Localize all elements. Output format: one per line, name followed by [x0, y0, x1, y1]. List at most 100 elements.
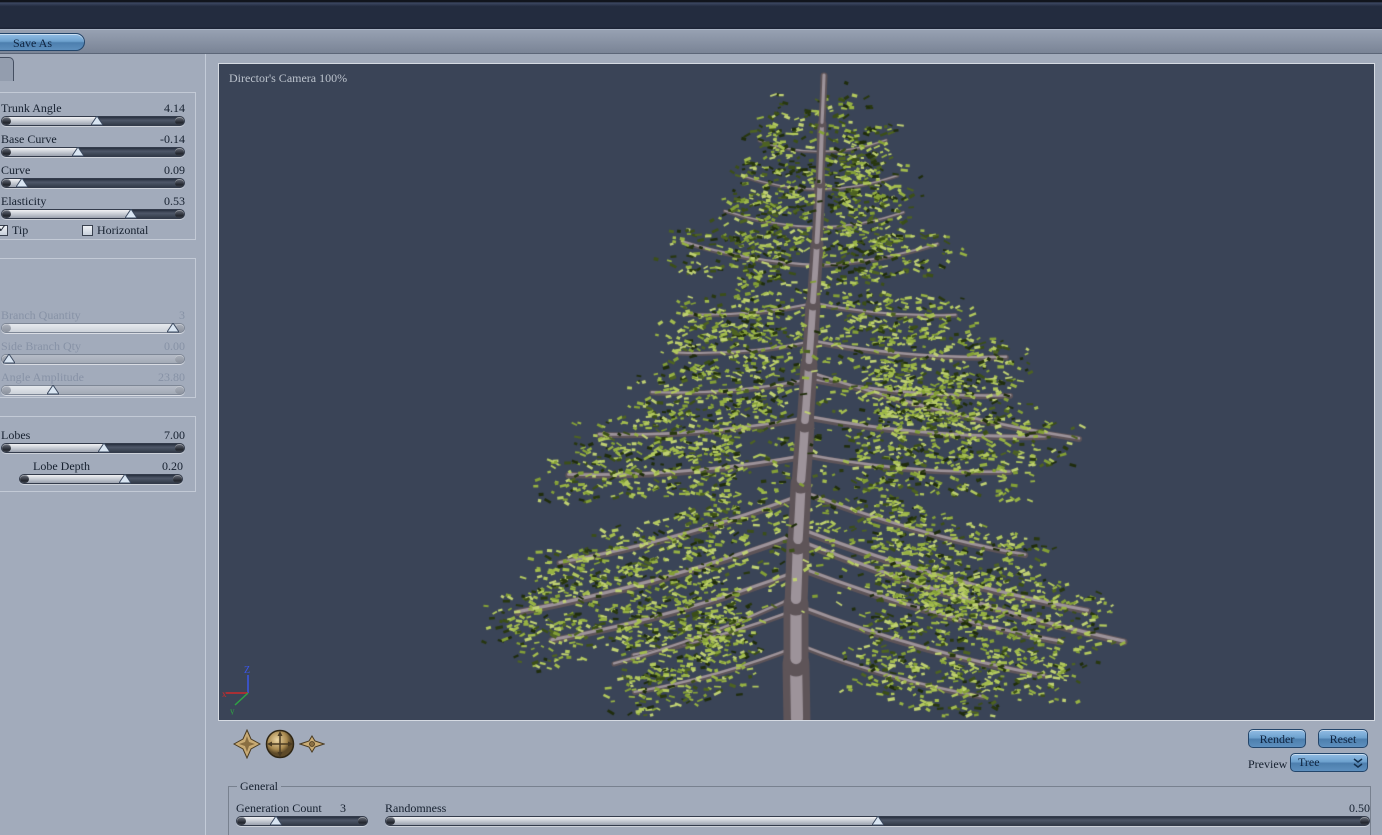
- slider-angle-amplitude: Angle Amplitude 23.80: [1, 371, 185, 395]
- slider-track[interactable]: [1, 353, 185, 364]
- window-title-bar: [0, 0, 1382, 29]
- reset-button[interactable]: Reset: [1318, 729, 1368, 748]
- slider-value: 3: [340, 801, 346, 815]
- slider-handle[interactable]: [118, 473, 133, 488]
- slider-lobes: Lobes 7.00: [1, 429, 185, 453]
- render-button[interactable]: Render: [1248, 729, 1306, 748]
- slider-handle[interactable]: [166, 322, 181, 337]
- slider-cap-left: [2, 210, 11, 218]
- slider-cap-left: [2, 179, 11, 187]
- slider-value: 0.20: [162, 459, 183, 473]
- slider-value: 7.00: [164, 428, 185, 442]
- slider-track[interactable]: [1, 146, 185, 157]
- general-group: General Generation Count 3 Randomness 0.50: [228, 780, 1371, 835]
- slider-handle[interactable]: [124, 208, 139, 223]
- slider-fill: [2, 444, 104, 452]
- slider-randomness: Randomness 0.50: [385, 802, 1370, 826]
- preview-label: Preview: [1248, 757, 1288, 771]
- slider-handle[interactable]: [96, 442, 111, 457]
- camera-name-label: Director's Camera 100%: [229, 71, 348, 85]
- slider-fill: [386, 817, 878, 825]
- slider-label: Randomness: [385, 801, 447, 815]
- slider-cap-left: [2, 148, 11, 156]
- checkbox-tip[interactable]: [0, 223, 8, 236]
- slider-curve: Curve 0.09: [1, 164, 185, 188]
- chevron-double-down-icon: [1353, 758, 1363, 768]
- axis-gizmo-icon: Z x y: [222, 665, 250, 715]
- slider-value: -0.14: [160, 132, 185, 146]
- slider-cap-left: [2, 386, 11, 394]
- slider-value: 4.14: [164, 101, 185, 115]
- tree-render-canvas[interactable]: [219, 64, 1374, 720]
- checkbox-label: Horizontal: [97, 223, 149, 237]
- slider-elasticity: Elasticity 0.53: [1, 195, 185, 219]
- slider-handle[interactable]: [870, 815, 885, 830]
- slider-track[interactable]: [1, 442, 185, 453]
- slider-cap-left: [386, 817, 395, 825]
- slider-track[interactable]: [236, 815, 368, 826]
- slider-generation-count: Generation Count 3: [236, 802, 368, 826]
- slider-handle[interactable]: [2, 353, 17, 368]
- slider-label: Generation Count: [236, 801, 322, 815]
- slider-cap-right: [175, 210, 184, 218]
- slider-fill: [20, 475, 126, 483]
- checkbox-label: Tip: [12, 223, 29, 237]
- slider-fill: [2, 117, 97, 125]
- save-as-button[interactable]: Save As: [0, 33, 85, 51]
- slider-cap-left: [2, 444, 11, 452]
- slider-handle[interactable]: [269, 815, 283, 830]
- slider-label: Branch Quantity: [1, 308, 81, 322]
- axis-x-label: x: [222, 689, 227, 699]
- pan-camera-icon[interactable]: [233, 729, 261, 759]
- toolbar: Save As: [0, 29, 1382, 54]
- trackball-camera-icon[interactable]: [265, 729, 295, 759]
- slider-trunk-angle: Trunk Angle 4.14: [1, 102, 185, 126]
- slider-value: 0.00: [164, 339, 185, 353]
- 3d-viewport[interactable]: Director's Camera 100% Z x y: [218, 63, 1375, 721]
- slider-track[interactable]: [1, 384, 185, 395]
- slider-fill: [2, 148, 79, 156]
- slider-handle[interactable]: [89, 115, 104, 130]
- slider-track[interactable]: [1, 115, 185, 126]
- branch-settings-group: Branch Quantity 3 Side Branch Qty 0.00 Angle…: [0, 258, 196, 398]
- slider-handle[interactable]: [71, 146, 86, 161]
- slider-value: 0.09: [164, 163, 185, 177]
- slider-cap-right: [175, 355, 184, 363]
- slider-value: 0.53: [164, 194, 185, 208]
- camera-tools: [233, 729, 325, 759]
- slider-label: Lobe Depth: [33, 459, 90, 473]
- slider-cap-left: [237, 817, 246, 825]
- slider-track[interactable]: [1, 208, 185, 219]
- slider-track[interactable]: [385, 815, 1370, 826]
- slider-cap-right: [175, 444, 184, 452]
- tree-editor-window: Save As Trunk Angle 4.14 Base Curve -0.14 Cu…: [0, 0, 1382, 835]
- slider-track[interactable]: [1, 322, 185, 333]
- slider-track[interactable]: [1, 177, 185, 188]
- slider-branch-quantity: Branch Quantity 3: [1, 309, 185, 333]
- slider-label: Lobes: [1, 428, 31, 442]
- slider-cap-left: [2, 117, 11, 125]
- slider-cap-right: [1360, 817, 1369, 825]
- preview-dropdown-value: Tree: [1298, 755, 1320, 769]
- checkbox-horizontal[interactable]: [82, 224, 93, 236]
- slider-cap-right: [175, 179, 184, 187]
- dolly-camera-icon[interactable]: [299, 735, 325, 753]
- axis-z-label: Z: [244, 665, 250, 676]
- slider-label: Elasticity: [1, 194, 47, 208]
- slider-handle[interactable]: [15, 177, 29, 192]
- slider-label: Side Branch Qty: [1, 339, 81, 353]
- slider-value: 0.50: [1349, 801, 1370, 815]
- slider-cap-right: [358, 817, 367, 825]
- slider-fill: [2, 324, 174, 332]
- slider-cap-left: [2, 324, 11, 332]
- slider-fill: [2, 210, 132, 218]
- slider-cap-right: [173, 475, 182, 483]
- slider-label: Angle Amplitude: [1, 370, 84, 384]
- slider-track[interactable]: [19, 473, 183, 484]
- preview-dropdown[interactable]: Tree: [1290, 753, 1368, 772]
- slider-handle[interactable]: [46, 384, 60, 399]
- slider-side-branch-qty: Side Branch Qty 0.00: [1, 340, 185, 364]
- slider-label: Base Curve: [1, 132, 57, 146]
- slider-value: 3: [179, 308, 185, 322]
- panel-tab-stub[interactable]: [0, 57, 14, 81]
